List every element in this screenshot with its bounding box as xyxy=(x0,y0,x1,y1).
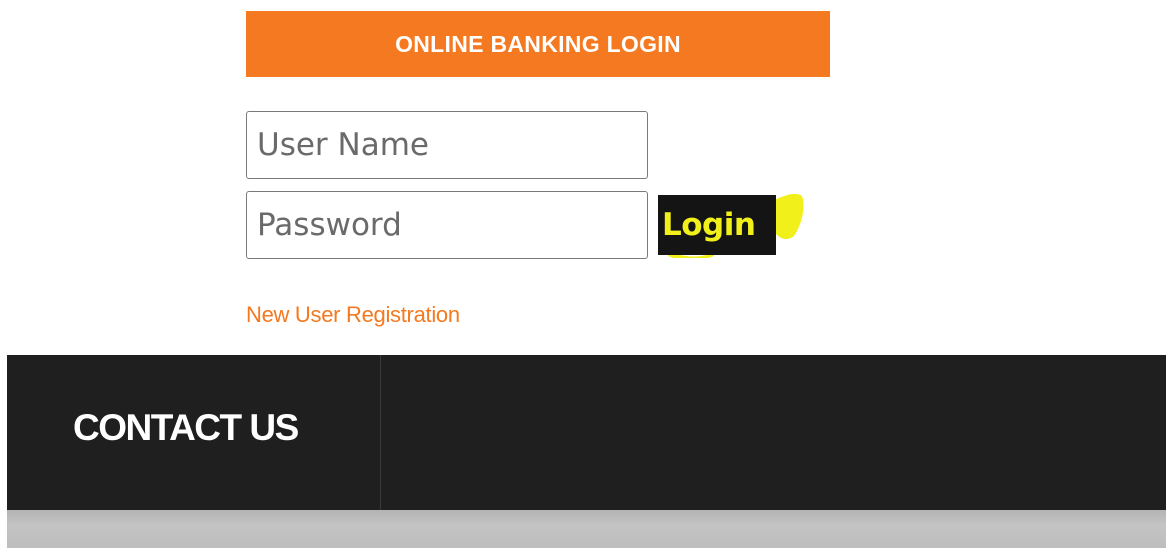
online-banking-login-header: ONLINE BANKING LOGIN xyxy=(246,11,830,77)
contact-us-heading: CONTACT US xyxy=(73,407,299,448)
username-input[interactable] xyxy=(246,111,648,179)
new-user-registration-link[interactable]: New User Registration xyxy=(246,302,460,328)
footer-band: CONTACT US xyxy=(7,355,1166,510)
password-input[interactable] xyxy=(246,191,648,259)
login-button[interactable]: Login xyxy=(658,195,776,255)
page: ONLINE BANKING LOGIN Login New User Regi… xyxy=(0,0,1166,548)
bottom-textured-strip xyxy=(7,510,1166,548)
footer-divider xyxy=(380,355,381,510)
login-button-wrapper: Login xyxy=(656,192,806,258)
